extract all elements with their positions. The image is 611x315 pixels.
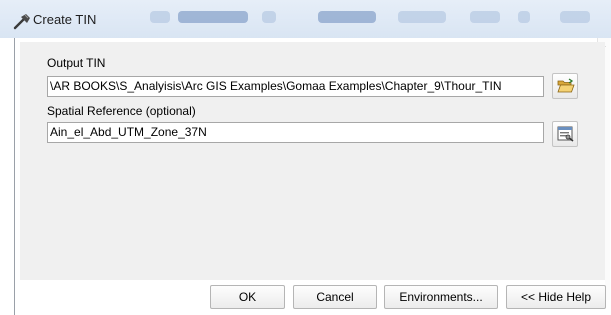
- blurred-title-area: [398, 11, 446, 23]
- browse-button[interactable]: [552, 73, 578, 99]
- window-title: Create TIN: [33, 12, 97, 27]
- blurred-title-area: [318, 11, 376, 23]
- ok-button[interactable]: OK: [210, 285, 285, 309]
- spatial-reference-label: Spatial Reference (optional): [47, 104, 196, 118]
- blurred-title-area: [518, 11, 530, 23]
- open-folder-icon: [557, 78, 575, 93]
- blurred-title-area: [150, 11, 170, 23]
- hammer-icon: [13, 14, 30, 30]
- properties-icon: [557, 126, 574, 142]
- cancel-button[interactable]: Cancel: [293, 285, 377, 309]
- output-tin-label: Output TIN: [47, 56, 106, 70]
- environments-button[interactable]: Environments...: [384, 285, 498, 309]
- spatial-reference-field[interactable]: Ain_el_Abd_UTM_Zone_37N: [47, 122, 544, 143]
- blurred-title-area: [178, 11, 248, 23]
- blurred-title-area: [560, 11, 590, 23]
- blurred-title-area: [470, 11, 500, 23]
- spatial-reference-properties-button[interactable]: [552, 121, 578, 147]
- parameters-panel: Output TIN \AR BOOKS\S_Analyisis\Arc GIS…: [20, 42, 605, 280]
- hide-help-button[interactable]: << Hide Help: [506, 285, 606, 309]
- output-tin-field[interactable]: \AR BOOKS\S_Analyisis\Arc GIS Examples\G…: [47, 76, 544, 97]
- blurred-title-area: [262, 11, 276, 23]
- title-bar: Create TIN: [0, 0, 611, 38]
